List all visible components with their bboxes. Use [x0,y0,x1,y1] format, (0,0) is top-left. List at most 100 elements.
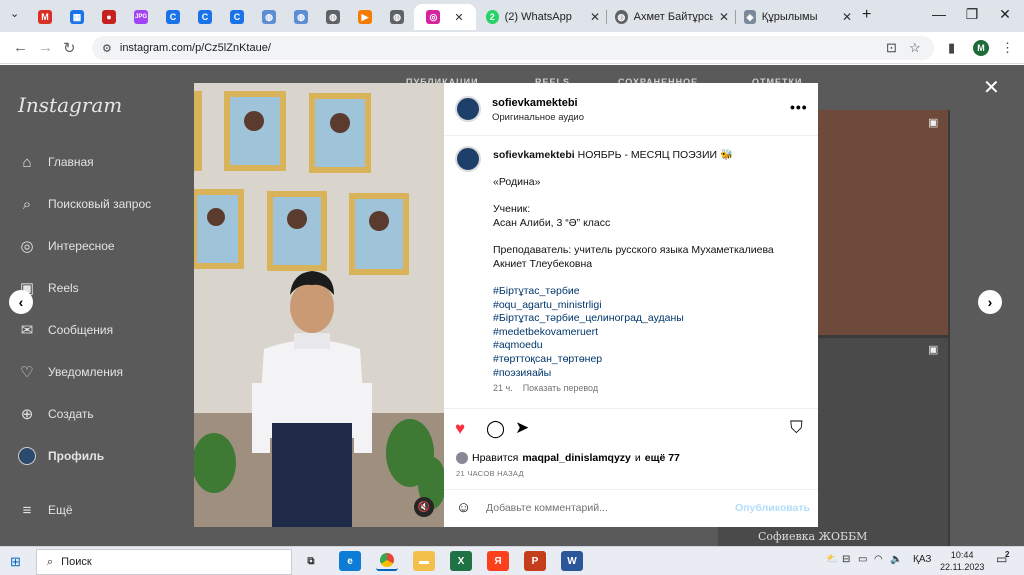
tab-search-dropdown-icon[interactable]: ⌄ [10,7,19,20]
share-icon[interactable]: ➤ [515,418,529,438]
reload-icon[interactable]: ↻ [63,39,76,57]
comment-icon[interactable]: ◯ [486,419,505,439]
browser-tab[interactable]: ● [94,4,124,30]
publish-button[interactable]: Опубликовать [735,502,810,514]
tab-akhmet[interactable]: ◍ Ахмет Байтұрсын ✕ [607,4,735,30]
browser-tab[interactable]: ◍ [286,4,316,30]
sidebar-item-explore[interactable]: ◎ Интересное [18,235,114,257]
mute-icon[interactable]: 🔇 [414,497,434,517]
chrome-icon[interactable] [376,551,398,571]
comment-input[interactable]: Добавьте комментарий... [486,502,608,514]
minimize-icon[interactable]: — [924,6,954,22]
sidebar-item-label: Создать [48,407,94,421]
close-window-icon[interactable]: ✕ [990,6,1020,23]
close-tab-icon[interactable]: ✕ [842,10,852,24]
volume-icon[interactable]: 🔈 [890,554,902,565]
emoji-icon[interactable]: ☺ [456,499,471,516]
browser-tab[interactable]: M [30,4,60,30]
browser-tab[interactable]: C [222,4,252,30]
edge-icon[interactable]: e [339,551,361,571]
sidebar-item-profile[interactable]: Профиль [18,445,104,467]
globe-icon: ◍ [390,10,404,24]
browser-tab[interactable]: ▶ [350,4,380,30]
close-modal-icon[interactable]: ✕ [983,75,1000,100]
instagram-logo[interactable]: Instagram [18,93,122,117]
yandex-icon[interactable]: Я [487,551,509,571]
hashtag-link[interactable]: #medetbekovameruert [493,326,805,340]
new-tab-icon[interactable]: + [862,6,871,24]
browser-tab[interactable]: C [190,4,220,30]
browser-tab[interactable]: ◍ [318,4,348,30]
clock-time: 10:44 [950,550,974,560]
task-view-icon[interactable]: ⧉ [300,551,322,571]
excel-icon[interactable]: X [450,551,472,571]
browser-tab[interactable]: ◍ [382,4,412,30]
clock[interactable]: 10:44 22.11.2023 [940,549,984,573]
tab-structure[interactable]: ◈ Құрылымы ✕ [736,4,858,30]
hashtag-link[interactable]: #төрттоқсан_төртөнер [493,353,805,367]
browser-tab[interactable]: ◍ [254,4,284,30]
browser-tab[interactable]: ◎ ✕ [414,4,476,30]
browser-tab[interactable]: ▦ [62,4,92,30]
menu-dots-icon[interactable]: ⋮ [1001,40,1014,56]
caption-line: Асан Алиби, 3 “Ә” класс [493,216,611,229]
sidebar-item-notifications[interactable]: ♡ Уведомления [18,361,123,383]
sidebar-item-create[interactable]: ⊕ Создать [18,403,94,425]
browser-tab[interactable]: C [158,4,188,30]
post-video[interactable]: 🔇 [194,83,444,527]
hashtag-link[interactable]: #oqu_agartu_ministrligi [493,299,805,313]
grid-app-icon: ▦ [70,10,84,24]
heart-icon: ♡ [20,364,34,381]
liker-username[interactable]: maqpal_dinislamqyzy [522,452,631,464]
url-text: instagram.com/p/Cz5lZnKtaue/ [119,42,271,54]
like-heart-icon[interactable]: ♥ [455,419,465,439]
battery-icon[interactable]: ▭ [858,554,867,565]
hashtag-link[interactable]: #Біртұтас_тәрбие_целиноград_ауданы [493,312,805,326]
prev-post-icon[interactable]: ‹ [9,290,33,314]
file-explorer-icon[interactable]: ▬ [413,551,435,571]
address-bar[interactable]: ⚙ instagram.com/p/Cz5lZnKtaue/ [92,36,934,60]
close-tab-icon[interactable]: ✕ [590,10,600,24]
sidebar-item-home[interactable]: ⌂ Главная [18,151,94,173]
account-avatar[interactable] [455,96,481,122]
caption-username[interactable]: sofievkamektebi [493,149,575,161]
install-app-icon[interactable]: ⊡ [886,40,897,56]
windows-start-icon[interactable]: ⊞ [10,554,21,570]
show-translation-link[interactable]: Показать перевод [523,382,598,396]
likes-more-link[interactable]: ещё 77 [645,452,680,464]
sidebar-item-messages[interactable]: ✉ Сообщения [18,319,113,341]
sidebar-item-label: Профиль [48,449,105,463]
close-tab-icon[interactable]: ✕ [719,10,729,24]
wifi-icon[interactable]: ◠ [874,554,883,565]
side-panel-icon[interactable]: ▮ [948,40,955,56]
windows-taskbar: ⊞ ⌕ Поиск ⧉ e ▬ X Я P W ⛅ ⊟ ▭ ◠ 🔈 ҚАЗ 10… [0,546,1024,575]
hashtag-link[interactable]: #поэзияайы [493,367,805,381]
site-settings-icon[interactable]: ⚙ [102,42,112,55]
liker-avatar [456,452,468,464]
forward-icon[interactable]: → [38,39,53,56]
next-post-icon[interactable]: › [978,290,1002,314]
powerpoint-icon[interactable]: P [524,551,546,571]
bookmark-star-icon[interactable]: ☆ [909,40,921,56]
hashtag-link[interactable]: #aqmoedu [493,339,805,353]
restore-icon[interactable]: ❐ [957,6,987,23]
sidebar-item-search[interactable]: ⌕ Поисковый запрос [18,193,151,215]
more-options-icon[interactable]: ••• [790,99,808,115]
tab-whatsapp[interactable]: 2 (2) WhatsApp ✕ [478,4,606,30]
network-icon[interactable]: ⊟ [842,554,850,565]
sidebar-item-label: Главная [48,155,94,169]
back-icon[interactable]: ← [13,39,28,56]
hashtag-link[interactable]: #Біртұтас_тәрбие [493,285,805,299]
caption-avatar[interactable] [455,146,481,172]
sidebar-item-more[interactable]: ≡ Ещё [18,499,73,521]
profile-avatar[interactable]: M [973,40,989,56]
browser-tab[interactable]: JPG [126,4,156,30]
audio-label[interactable]: Оригинальное аудио [492,112,584,123]
tray-icon[interactable]: ⛅ [826,554,838,565]
post-username[interactable]: sofievkamektebi [492,97,578,109]
language-indicator[interactable]: ҚАЗ [913,554,931,565]
taskbar-search[interactable]: ⌕ Поиск [36,549,292,575]
save-bookmark-icon[interactable]: ⛉ [790,418,803,438]
word-icon[interactable]: W [561,551,583,571]
close-tab-icon[interactable]: ✕ [454,11,463,24]
